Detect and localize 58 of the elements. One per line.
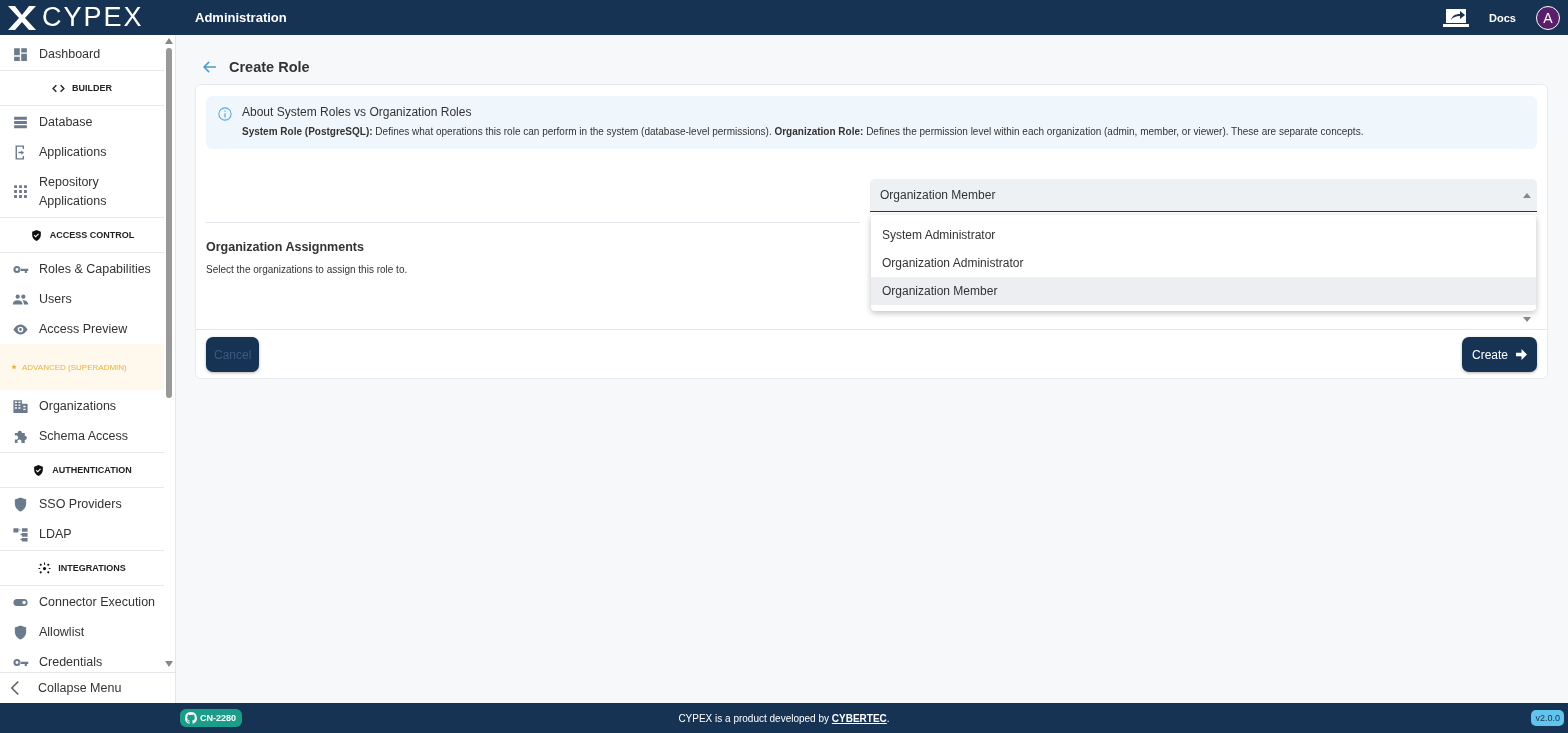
logo-icon [6, 3, 38, 32]
hierarchy-icon [12, 525, 29, 543]
info-title: About System Roles vs Organization Roles [242, 105, 473, 119]
caret-icon [1523, 192, 1531, 198]
page-title: Create Role [229, 59, 310, 75]
section-heading: BUILDER [72, 83, 112, 93]
section-heading: AUTHENTICATION [52, 465, 132, 475]
shield-icon [12, 623, 29, 641]
sidebar-item[interactable]: Organizations [0, 391, 164, 421]
sidebar-item[interactable]: Repository Applications [0, 167, 164, 216]
back-arrow-icon[interactable] [203, 61, 217, 73]
docs-link[interactable]: Docs [1489, 11, 1516, 24]
building-icon [12, 397, 29, 415]
dropdown-option[interactable]: Organization Member [871, 277, 1536, 305]
section-description: Select the organizations to assign this role to. [206, 264, 409, 275]
sidebar-item[interactable]: Database [0, 107, 164, 137]
sidebar-item[interactable]: Applications [0, 137, 164, 167]
dropdown-option[interactable]: System Administrator [871, 221, 1536, 249]
sidebar-item[interactable]: Credentials [0, 647, 164, 672]
sidebar-item[interactable]: Access Preview [0, 314, 164, 344]
create-button[interactable]: Create [1461, 337, 1537, 372]
role-select[interactable]: Organization Member [870, 179, 1537, 212]
chevron-left-icon [10, 680, 20, 696]
shield-icon [29, 228, 43, 242]
sidebar-item[interactable]: SSO Providers [0, 489, 164, 519]
section-heading: ADVANCED (SUPERADMIN) [22, 362, 127, 372]
caret-icon[interactable] [1523, 317, 1531, 322]
sidebar-item[interactable]: LDAP [0, 519, 164, 549]
shield-check-icon [32, 463, 46, 477]
info-icon [218, 107, 232, 121]
scroll-down-icon[interactable] [165, 661, 173, 667]
app-title: Administration [195, 10, 287, 25]
sidebar-item[interactable]: Schema Access [0, 421, 164, 451]
github-icon [185, 712, 197, 724]
sidebar-item[interactable]: Connector Execution [0, 587, 164, 617]
star-icon [10, 363, 18, 371]
scrollbar[interactable] [165, 38, 173, 667]
sidebar-item[interactable]: Roles & Capabilities [0, 254, 164, 284]
section-title: Organization Assignments [206, 240, 365, 254]
dashboard-icon [12, 45, 29, 63]
dropdown-option[interactable]: Organization Administrator [871, 249, 1536, 277]
network-icon [38, 561, 52, 575]
logo: CYPEX [42, 4, 144, 31]
company-link[interactable]: CYBERTEC [831, 712, 887, 724]
grid-icon [12, 183, 29, 200]
section-heading: INTEGRATIONS [58, 563, 126, 573]
arrow-right-icon [1516, 349, 1527, 360]
section-heading: ACCESS CONTROL [49, 230, 135, 240]
scroll-up-icon[interactable] [165, 38, 173, 44]
user-avatar[interactable]: A [1536, 5, 1560, 30]
version-badge: v2.0.0 [1531, 710, 1564, 726]
sidebar-item[interactable]: Users [0, 284, 164, 314]
shield-icon [12, 495, 29, 513]
laptop-share-icon[interactable] [1443, 7, 1470, 28]
footer-credit: CYPEX is a product developed by CYBERTEC. [678, 712, 890, 724]
sidebar-item[interactable]: Allowlist [0, 617, 164, 647]
info-text: System Role (PostgreSQL): Defines what operations this role can perform in the system (database-level permissions). Organization Role: Defines the permission level within each organization (admin, member, or viewer). These are separate concepts. [242, 126, 1364, 137]
sidebar-item[interactable]: Dashboard [0, 39, 164, 69]
